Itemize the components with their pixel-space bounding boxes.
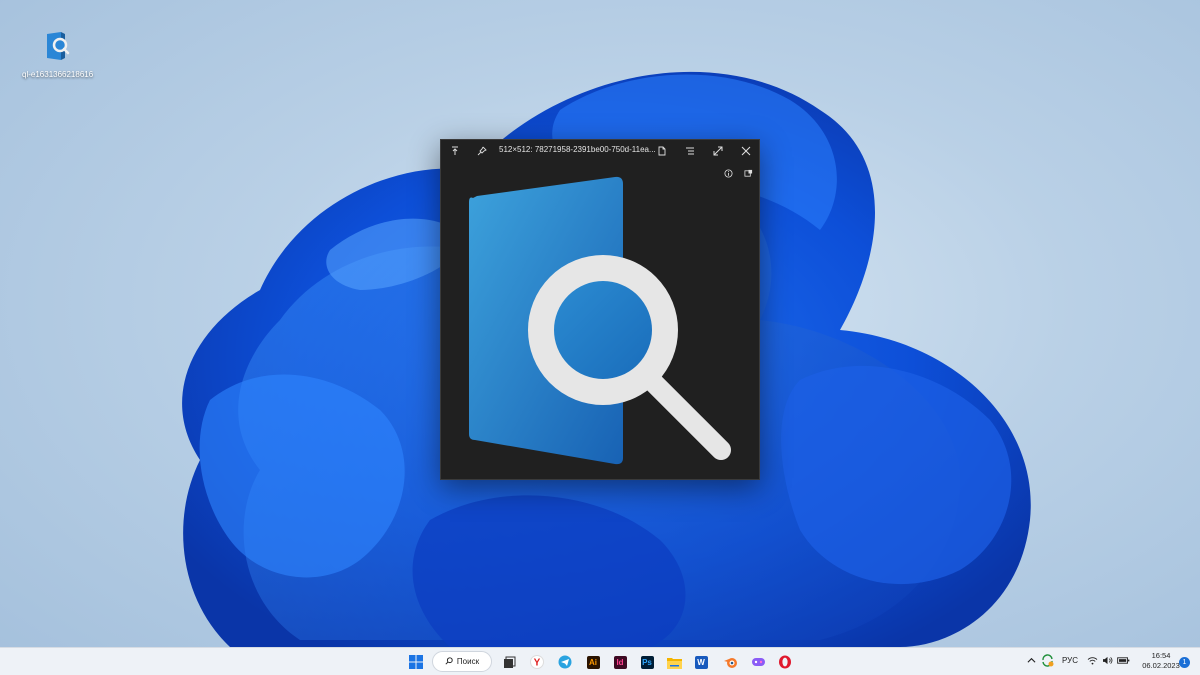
title-bar[interactable]: 512×512: 78271958-2391be00-750d-11ea... [441, 140, 759, 162]
indesign-icon[interactable]: Id [610, 652, 630, 672]
desktop: ql-e1631366218616 512×512: 78271958-2391… [0, 0, 1200, 647]
illustrator-label: Ai [586, 655, 600, 669]
quicklook-app-icon [43, 30, 71, 62]
search-icon [445, 656, 453, 667]
task-view-icon[interactable] [499, 652, 519, 672]
volume-icon[interactable] [1102, 656, 1113, 667]
clock-time: 16:54 [1151, 651, 1171, 660]
game-app-icon[interactable] [748, 652, 768, 672]
clock[interactable]: 16:54 06.02.2023 [1141, 651, 1181, 671]
search-label: Поиск [456, 657, 480, 666]
desktop-icon-label: ql-e1631366218616 [22, 70, 94, 79]
photoshop-icon[interactable]: Ps [637, 652, 657, 672]
theme-icon[interactable] [742, 167, 754, 179]
taskbar: Поиск Y Ai Id Ps W РУС 16:54 06.02.2023 … [0, 647, 1200, 675]
quicklook-window[interactable]: 512×512: 78271958-2391be00-750d-11ea... [440, 139, 760, 480]
fullscreen-icon[interactable] [710, 143, 726, 159]
notification-badge[interactable]: 1 [1179, 657, 1190, 668]
opera-icon[interactable] [775, 652, 795, 672]
file-explorer-icon[interactable] [664, 652, 684, 672]
word-label: W [694, 655, 708, 669]
desktop-icon[interactable]: ql-e1631366218616 [22, 30, 94, 79]
word-icon[interactable]: W [691, 652, 711, 672]
taskbar-search[interactable]: Поиск [432, 651, 492, 672]
sync-icon[interactable] [1041, 654, 1054, 669]
close-icon[interactable] [738, 143, 754, 159]
language-indicator[interactable]: РУС [1062, 656, 1078, 665]
pin-icon[interactable] [474, 143, 490, 159]
telegram-icon[interactable] [555, 652, 575, 672]
illustrator-icon[interactable]: Ai [583, 652, 603, 672]
open-file-icon[interactable] [654, 143, 670, 159]
indesign-label: Id [613, 655, 627, 669]
battery-icon[interactable] [1117, 656, 1130, 667]
windows-start-icon[interactable] [406, 652, 426, 672]
open-with-icon[interactable] [682, 143, 698, 159]
pin-to-top-icon[interactable] [447, 143, 463, 159]
blender-icon[interactable] [720, 652, 740, 672]
svg-text:Y: Y [534, 658, 541, 669]
magnifier-handle [641, 370, 731, 460]
wifi-icon[interactable] [1087, 656, 1098, 667]
yandex-browser-icon[interactable]: Y [527, 652, 547, 672]
chevron-up-icon[interactable] [1027, 656, 1036, 667]
window-title: 512×512: 78271958-2391be00-750d-11ea... [499, 145, 656, 154]
image-preview [469, 176, 731, 465]
photoshop-label: Ps [640, 655, 654, 669]
clock-date: 06.02.2023 [1142, 661, 1180, 670]
